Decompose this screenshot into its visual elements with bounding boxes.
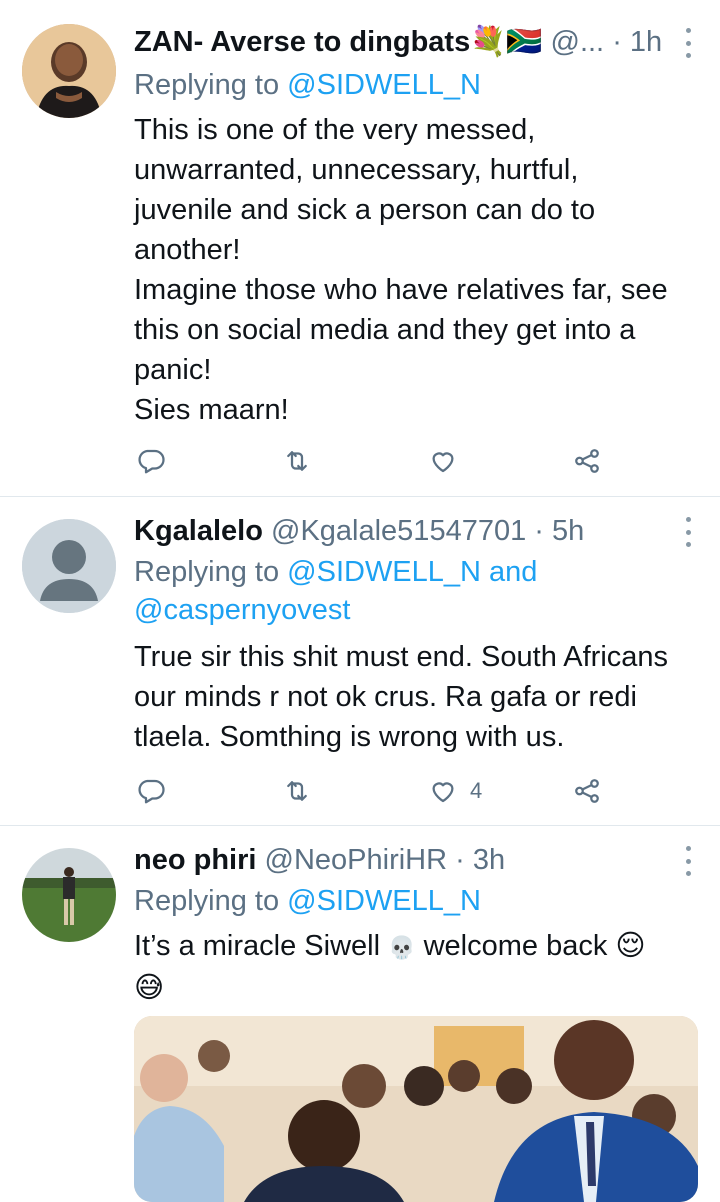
tweet-text: This is one of the very messed, unwarran… — [134, 110, 702, 430]
tweet-line: It’s a miracle Siwell 💀 welcome back 😌 — [134, 926, 702, 968]
reply-button[interactable] — [136, 771, 166, 811]
retweet-icon — [287, 781, 307, 801]
replying-to: Replying to @SIDWELL_N — [134, 66, 700, 104]
avatar[interactable] — [22, 24, 116, 118]
tweet-line: True sir this shit must end. South Afric… — [134, 641, 669, 673]
share-icon — [575, 449, 599, 473]
tweet-2[interactable]: Kgalalelo @Kgalale51547701 · 5h Replying… — [0, 497, 720, 825]
mention-joiner: and — [489, 556, 538, 588]
share-button[interactable] — [572, 771, 602, 811]
like-button[interactable]: 4 — [428, 771, 482, 811]
photo-crowd-image — [134, 1016, 698, 1202]
tweet-line: 😅 — [134, 968, 702, 1008]
avatar[interactable] — [22, 848, 116, 942]
more-options-icon[interactable] — [682, 846, 694, 876]
separator-dot: · — [534, 515, 544, 547]
handle[interactable]: @... — [551, 26, 605, 58]
tweet-header: neo phiri @NeoPhiriHR · 3h — [134, 842, 672, 878]
tweet-actions: 4 — [134, 771, 614, 811]
timestamp[interactable]: 1h — [630, 26, 662, 58]
tweet-line: panic! — [134, 354, 212, 386]
mention-link[interactable]: @SIDWELL_N — [287, 885, 481, 917]
display-name[interactable]: Kgalalelo — [134, 515, 263, 547]
heart-icon — [432, 452, 454, 473]
relieved-face-emoji: 😌 — [615, 930, 646, 962]
tweet-line: Sies maarn! — [134, 394, 289, 426]
replying-to-label: Replying to — [134, 69, 280, 101]
retweet-icon — [287, 451, 307, 471]
separator-dot: · — [612, 26, 622, 58]
tweet-line: This is one of the very messed, — [134, 114, 536, 146]
mention-link[interactable]: @SIDWELL_N — [287, 556, 481, 588]
handle[interactable]: @NeoPhiriHR — [265, 844, 448, 876]
default-profile-icon — [22, 519, 116, 613]
display-name[interactable]: ZAN- Averse to dingbats — [134, 26, 470, 58]
tweet-line: Imagine those who have relatives far, se… — [134, 274, 668, 306]
tweet-1[interactable]: ZAN- Averse to dingbats💐🇿🇦 @... · 1h Rep… — [0, 0, 720, 496]
tweet-text: It’s a miracle Siwell 💀 welcome back 😌 😅 — [134, 926, 702, 1008]
tweet-media-photo[interactable] — [134, 1016, 698, 1202]
tweet-text-part: It’s a miracle Siwell — [134, 930, 381, 962]
tweet-text: True sir this shit must end. South Afric… — [134, 637, 702, 757]
tweet-line: this on social media and they get into a — [134, 314, 636, 346]
retweet-button[interactable] — [282, 441, 312, 481]
display-name[interactable]: neo phiri — [134, 844, 256, 876]
avatar-photo-woman — [22, 24, 116, 118]
reply-icon — [138, 449, 165, 474]
retweet-button[interactable] — [282, 771, 312, 811]
more-options-icon[interactable] — [682, 28, 694, 58]
tweet-header: Kgalalelo @Kgalale51547701 · 5h — [134, 513, 672, 549]
reply-button[interactable] — [136, 441, 166, 481]
reply-icon — [138, 779, 165, 804]
like-count: 4 — [470, 778, 483, 803]
separator-dot: · — [455, 844, 465, 876]
replying-to-label: Replying to — [134, 885, 280, 917]
mention-link[interactable]: @SIDWELL_N — [287, 69, 481, 101]
handle[interactable]: @Kgalale51547701 — [271, 515, 526, 547]
share-button[interactable] — [572, 441, 602, 481]
grinning-sweat-emoji: 😅 — [134, 972, 165, 1004]
tweet-line: another! — [134, 234, 241, 266]
tweet-line: juvenile and sick a person can do to — [134, 194, 596, 226]
like-button[interactable] — [428, 441, 458, 481]
replying-to: Replying to @SIDWELL_N and @caspernyoves… — [134, 553, 700, 629]
tweet-header: ZAN- Averse to dingbats💐🇿🇦 @... · 1h — [134, 24, 672, 60]
replying-to: Replying to @SIDWELL_N — [134, 882, 700, 920]
heart-icon — [432, 782, 454, 803]
share-icon — [575, 779, 599, 803]
more-options-icon[interactable] — [682, 517, 694, 547]
replying-to-label: Replying to — [134, 556, 280, 588]
tweet-line: unwarranted, unnecessary, hurtful, — [134, 154, 579, 186]
timestamp[interactable]: 3h — [473, 844, 505, 876]
flag-emoji: 💐🇿🇦 — [470, 26, 543, 58]
tweet-actions — [134, 441, 614, 481]
avatar[interactable] — [22, 519, 116, 613]
timestamp[interactable]: 5h — [552, 515, 584, 547]
tweet-line: tlaela. Somthing is wrong with us. — [134, 721, 565, 753]
skull-emoji: 💀 — [388, 935, 416, 960]
tweet-line: our minds r not ok crus. Ra gafa or redi — [134, 681, 637, 713]
tweet-text-part: welcome back — [423, 930, 608, 962]
avatar-photo-man-on-field — [22, 848, 116, 942]
mention-link[interactable]: @caspernyovest — [134, 594, 350, 626]
